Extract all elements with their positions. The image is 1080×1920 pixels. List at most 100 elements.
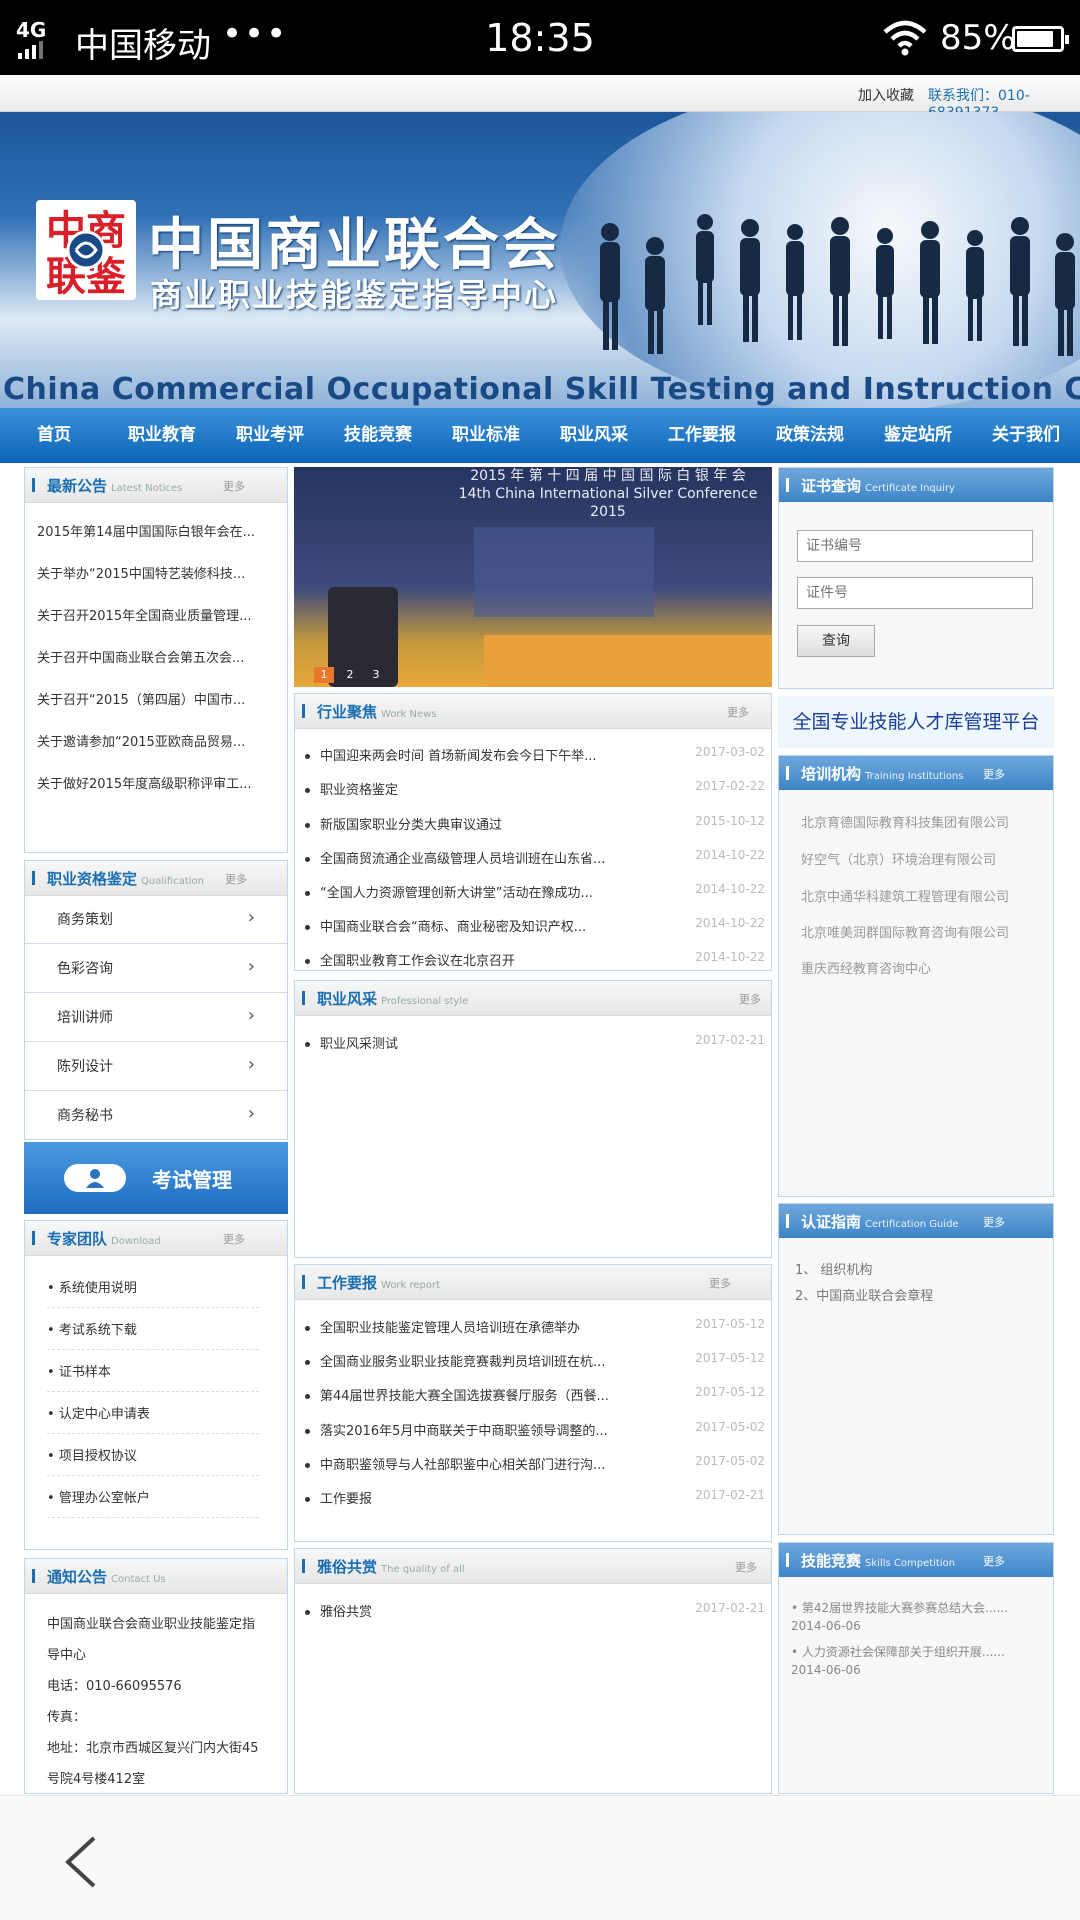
list-item[interactable]: • 人力资源社会保障部关于组织开展...... 2014-06-06 — [791, 1643, 1005, 1679]
certificate-number-input[interactable] — [797, 530, 1033, 562]
panel-title: 培训机构 Training Institutions — [801, 765, 964, 783]
nav-item-standards[interactable]: 职业标准 — [432, 408, 540, 463]
list-item[interactable]: “全国人力资源管理创新大讲堂”活动在豫成功... 2014-10-22 — [305, 882, 765, 901]
id-number-input[interactable] — [797, 577, 1033, 609]
more-link[interactable]: 更多 — [983, 1553, 1005, 1569]
list-item[interactable]: • 管理办公室帐户 — [47, 1475, 259, 1518]
guide-item[interactable]: 2、中国商业联合会章程 — [795, 1285, 933, 1304]
banner-title: 中国商业联合会 — [148, 213, 561, 278]
competition-date: 2014-06-06 — [791, 1663, 861, 1677]
list-item[interactable]: 职业风采测试 2017-02-21 — [305, 1033, 765, 1052]
training-org-item[interactable]: 好空气（北京）环境治理有限公司 — [801, 849, 996, 868]
list-item[interactable]: 中国迎来两会时间 首场新闻发布会今日下午举... 2017-03-02 — [305, 745, 765, 764]
list-item[interactable]: 全国商业服务业职业技能竞赛裁判员培训班在杭... 2017-05-12 — [305, 1351, 765, 1370]
list-item[interactable]: 全国职业技能鉴定管理人员培训班在承德举办 2017-05-12 — [305, 1317, 765, 1336]
list-item[interactable]: • 第42届世界技能大赛参赛总结大会...... 2014-06-06 — [791, 1599, 1008, 1635]
nav-item-stations[interactable]: 鉴定站所 — [864, 408, 972, 463]
nav-item-reports[interactable]: 工作要报 — [648, 408, 756, 463]
training-org-item[interactable]: 重庆西经教育咨询中心 — [801, 958, 931, 977]
slider-page-3[interactable]: 3 — [366, 667, 386, 683]
header-accent — [786, 1553, 789, 1567]
contact-info: 中国商业联合会商业职业技能鉴定指 导中心 电话：010-66095576 传真：… — [47, 1609, 277, 1795]
more-link[interactable]: 更多 — [223, 478, 245, 494]
qualification-item[interactable]: 商务策划 › — [25, 895, 287, 944]
panel-header: 职业资格鉴定 Qualification 更多 — [25, 861, 287, 896]
list-item[interactable]: 雅俗共赏 2017-02-21 — [305, 1601, 765, 1620]
add-favorite-link[interactable]: 加入收藏 — [858, 85, 914, 105]
list-item[interactable]: 全国职业教育工作会议在北京召开 2014-10-22 — [305, 950, 765, 969]
user-icon — [64, 1164, 126, 1192]
panel-title: 技能竞赛 Skills Competition — [801, 1552, 956, 1570]
nav-item-education[interactable]: 职业教育 — [108, 408, 216, 463]
nav-item-style[interactable]: 职业风采 — [540, 408, 648, 463]
notice-item[interactable]: 2015年第14届中国国际白银年会在... — [37, 521, 255, 540]
browser-bottom-bar — [0, 1795, 1080, 1920]
slider-page-1[interactable]: 1 — [314, 667, 334, 683]
bullet-icon — [305, 1394, 310, 1399]
nav-item-evaluation[interactable]: 职业考评 — [216, 408, 324, 463]
header-accent — [32, 1231, 35, 1245]
training-org-item[interactable]: 北京中通华科建筑工程管理有限公司 — [801, 886, 1009, 905]
notice-item[interactable]: 关于做好2015年度高级职称评审工... — [37, 773, 251, 792]
qualification-item[interactable]: 陈列设计 › — [25, 1042, 287, 1091]
talent-platform-link[interactable]: 全国专业技能人才库管理平台 — [778, 696, 1054, 748]
nav-item-policy[interactable]: 政策法规 — [756, 408, 864, 463]
list-item[interactable]: 中国商业联合会“商标、商业秘密及知识产权... 2014-10-22 — [305, 916, 765, 935]
more-link[interactable]: 更多 — [727, 704, 749, 720]
slider-page-2[interactable]: 2 — [340, 667, 360, 683]
more-link[interactable]: 更多 — [225, 871, 247, 887]
guide-item[interactable]: 1、 组织机构 — [795, 1259, 872, 1278]
news-slider[interactable]: 2015 年 第 十 四 届 中 国 国 际 白 银 年 会 14th Chin… — [294, 467, 772, 687]
header-accent — [302, 1559, 305, 1573]
list-item[interactable]: 工作要报 2017-02-21 — [305, 1488, 765, 1507]
more-link[interactable]: 更多 — [709, 1275, 731, 1291]
more-link[interactable]: 更多 — [223, 1231, 245, 1247]
list-item[interactable]: 全国商贸流通企业高级管理人员培训班在山东省... 2014-10-22 — [305, 848, 765, 867]
latest-notices-panel: 最新公告 Latest Notices 更多 2015年第14届中国国际白银年会在… — [24, 467, 288, 853]
query-button[interactable]: 查询 — [797, 625, 875, 657]
panel-header: 认证指南 Certification Guide 更多 — [779, 1204, 1053, 1238]
training-org-item[interactable]: 北京唯美润群国际教育咨询有限公司 — [801, 922, 1009, 941]
notice-item[interactable]: 关于召开中国商业联合会第五次会... — [37, 647, 244, 666]
list-item[interactable]: • 考试系统下载 — [47, 1307, 259, 1350]
notice-item[interactable]: 关于举办“2015中国特艺装修科技... — [37, 563, 245, 582]
top-links-bar: 加入收藏 联系我们：010-68391373 — [0, 75, 1080, 121]
list-item[interactable]: 落实2016年5月中商联关于中商职鉴领导调整的... 2017-05-02 — [305, 1420, 765, 1439]
list-item[interactable]: • 证书样本 — [47, 1349, 259, 1392]
qualification-item[interactable]: 色彩咨询 › — [25, 944, 287, 993]
nav-item-home[interactable]: 首页 — [0, 408, 108, 463]
notice-item[interactable]: 关于召开2015年全国商业质量管理... — [37, 605, 251, 624]
list-item[interactable]: 新版国家职业分类大典审议通过 2015-10-12 — [305, 814, 765, 833]
notice-item[interactable]: 关于召开“2015（第四届）中国市... — [37, 689, 245, 708]
list-item[interactable]: • 系统使用说明 — [47, 1265, 259, 1308]
more-link[interactable]: 更多 — [739, 991, 761, 1007]
more-link[interactable]: 更多 — [983, 766, 1005, 782]
notice-item[interactable]: 关于邀请参加“2015亚欧商品贸易... — [37, 731, 245, 750]
contact-panel: 通知公告 Contact Us 中国商业联合会商业职业技能鉴定指 导中心 电话：0… — [24, 1558, 288, 1794]
exam-management-button[interactable]: 考试管理 — [24, 1142, 288, 1214]
list-item[interactable]: 中商职鉴领导与人社部职鉴中心相关部门进行沟... 2017-05-02 — [305, 1454, 765, 1473]
bullet-icon — [305, 959, 310, 964]
more-link[interactable]: 更多 — [735, 1559, 757, 1575]
header-accent — [32, 871, 35, 885]
professional-style-panel: 职业风采 Professional style 更多 职业风采测试 2017-02-… — [294, 980, 772, 1258]
list-item[interactable]: • 认定中心申请表 — [47, 1391, 259, 1434]
qualification-item[interactable]: 培训讲师 › — [25, 993, 287, 1042]
list-item[interactable]: • 项目授权协议 — [47, 1433, 259, 1476]
org-logo: 中商 联鉴 — [36, 200, 136, 300]
panel-title: 职业资格鉴定 Qualification — [47, 870, 204, 888]
training-panel: 培训机构 Training Institutions 更多 北京育德国际教育科技集… — [778, 755, 1054, 1197]
main-nav: 首页 职业教育 职业考评 技能竞赛 职业标准 职业风采 工作要报 政策法规 鉴定… — [0, 408, 1080, 463]
nav-item-about[interactable]: 关于我们 — [972, 408, 1080, 463]
nav-item-competition[interactable]: 技能竞赛 — [324, 408, 432, 463]
list-item[interactable]: 职业资格鉴定 2017-02-22 — [305, 779, 765, 798]
more-link[interactable]: 更多 — [983, 1214, 1005, 1230]
panel-header: 雅俗共赏 The quality of all 更多 — [295, 1549, 771, 1584]
qualification-item[interactable]: 商务秘书 › — [25, 1091, 287, 1139]
chevron-right-icon: › — [247, 1054, 255, 1075]
back-arrow-icon[interactable] — [58, 1834, 104, 1890]
site-banner: 中商 联鉴 中国商业联合会 商业职业技能鉴定指导中心 China Commerc… — [0, 112, 1080, 408]
contact-address: 地址：北京市西城区复兴门内大街45 — [47, 1741, 259, 1756]
training-org-item[interactable]: 北京育德国际教育科技集团有限公司 — [801, 812, 1009, 831]
list-item[interactable]: 第44届世界技能大赛全国选拔赛餐厅服务（西餐... 2017-05-12 — [305, 1385, 765, 1404]
